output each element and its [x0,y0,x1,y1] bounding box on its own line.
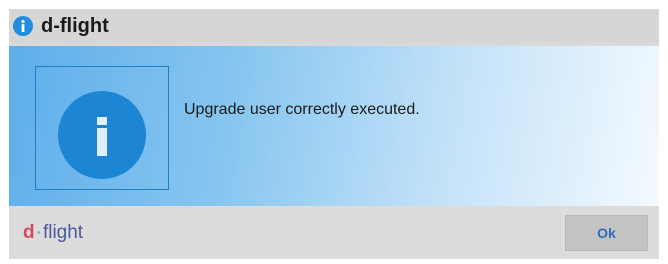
logo-text: flight [42,222,84,243]
info-icon [13,16,33,36]
d-flight-logo: d · flight [23,220,83,246]
dialog: d-flight Upgrade user correctly executed… [9,9,659,259]
logo-d: d [23,222,35,243]
dialog-footer: d · flight Ok [9,206,659,259]
dialog-title: d-flight [41,14,109,37]
dialog-message: Upgrade user correctly executed. [184,101,420,118]
title-bar: d-flight [9,9,659,43]
logo-dot: · [35,222,42,243]
dialog-content: Upgrade user correctly executed. [9,46,659,206]
info-icon [58,91,146,179]
ok-button[interactable]: Ok [565,215,648,251]
info-icon-frame [35,66,169,190]
